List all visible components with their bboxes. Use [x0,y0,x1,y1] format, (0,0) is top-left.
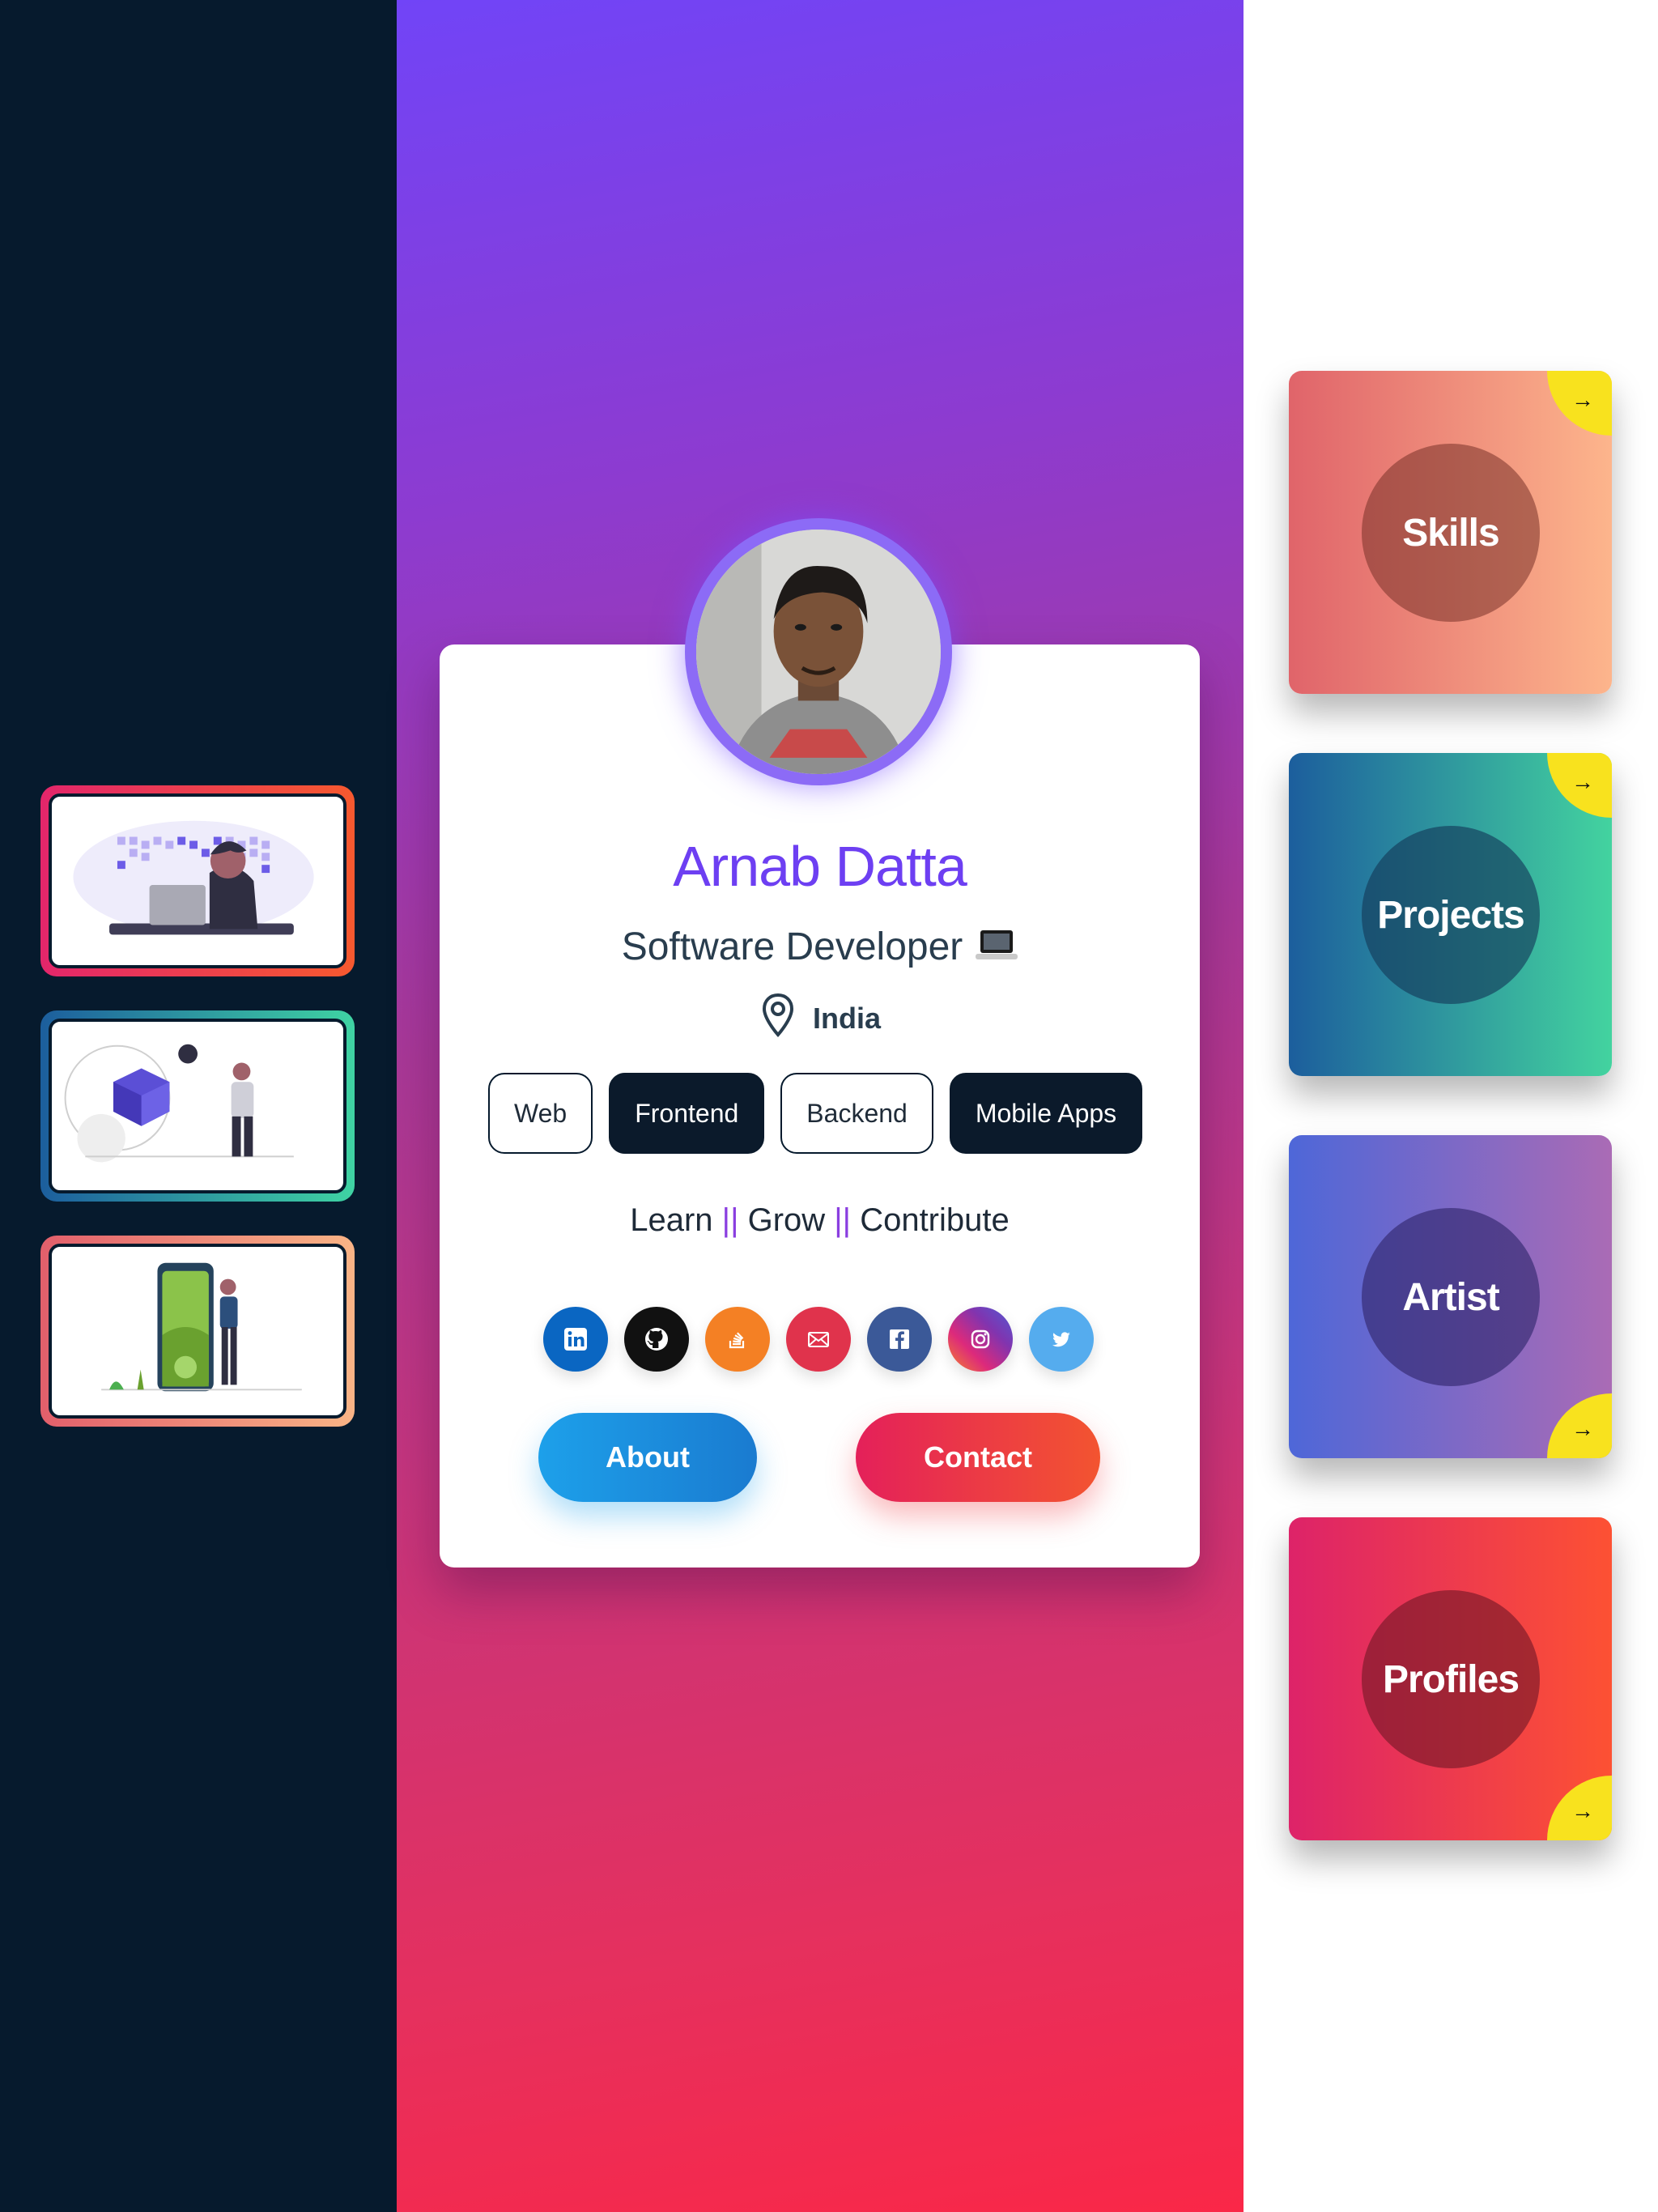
location-pin-icon [761,993,795,1045]
profile-name: Arnab Datta [673,835,967,898]
chip-web[interactable]: Web [488,1073,593,1154]
chip-frontend[interactable]: Frontend [609,1073,765,1154]
mobile-phone-illustration [101,1262,302,1392]
feature-label-skills: Skills [1362,444,1540,622]
thumbnail-coding-illustration [49,793,346,968]
arrow-glyph: → [1571,769,1594,794]
tagline-separator: || [721,1202,739,1238]
developer-laptop-illustration [73,820,314,935]
thumbnail-mobile-illustration [49,1244,346,1419]
avatar-ring [685,518,952,785]
chip-backend[interactable]: Backend [780,1073,933,1154]
thumbnail-coding[interactable] [40,785,355,976]
feature-label-projects: Projects [1362,826,1540,1004]
profile-role: Software Developer [440,925,1200,972]
tagline-separator: || [834,1202,852,1238]
facebook-icon[interactable] [867,1307,932,1372]
stackoverflow-icon[interactable] [705,1307,770,1372]
twitter-icon[interactable] [1029,1307,1094,1372]
feature-card-skills[interactable]: Skills → [1289,371,1612,694]
tagline: Learn || Grow || Contribute [440,1202,1200,1239]
tagline-learn: Learn [630,1202,713,1238]
arrow-glyph: → [1571,1416,1594,1441]
feature-card-projects[interactable]: Projects → [1289,753,1612,1076]
avatar [696,530,941,774]
thumbnail-mobile[interactable] [40,1236,355,1427]
feature-label-profiles: Profiles [1362,1590,1540,1768]
arrow-right-icon[interactable]: → [1547,1776,1612,1840]
arrow-right-icon[interactable]: → [1547,753,1612,818]
arrow-glyph: → [1571,1798,1594,1823]
feature-card-artist[interactable]: Artist → [1289,1135,1612,1458]
linkedin-icon[interactable] [543,1307,608,1372]
feature-card-profiles[interactable]: Profiles → [1289,1517,1612,1840]
github-icon[interactable] [624,1307,689,1372]
feature-label-artist: Artist [1362,1208,1540,1386]
contact-button[interactable]: Contact [856,1413,1100,1502]
arrow-right-icon[interactable]: → [1547,371,1612,436]
profile-role-text: Software Developer [621,925,963,968]
arrow-right-icon[interactable]: → [1547,1393,1612,1458]
tagline-grow: Grow [747,1202,826,1238]
cube-illustration [64,1044,294,1163]
laptop-icon [976,927,1018,972]
chip-mobile-apps[interactable]: Mobile Apps [949,1073,1143,1154]
thumbnail-cube[interactable] [40,1010,355,1202]
location-text: India [813,1002,882,1035]
thumbnail-cube-illustration [49,1019,346,1193]
skill-chips: Web Frontend Backend Mobile Apps [488,1073,1143,1154]
profile-photo [696,530,941,774]
instagram-icon[interactable] [948,1307,1013,1372]
about-button[interactable]: About [538,1413,757,1502]
arrow-glyph: → [1571,387,1594,412]
tagline-contribute: Contribute [860,1202,1010,1238]
email-icon[interactable] [786,1307,851,1372]
social-links [543,1307,1094,1372]
left-panel [0,0,397,2212]
location: India [761,993,882,1045]
